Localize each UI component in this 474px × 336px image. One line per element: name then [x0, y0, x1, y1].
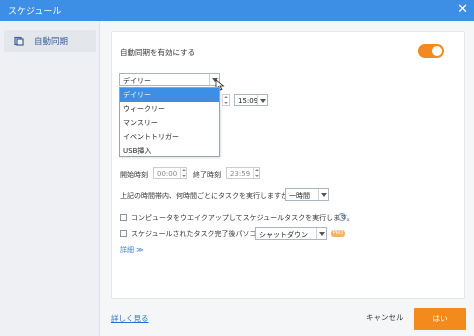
start-time-input[interactable]: 00:00	[153, 167, 187, 179]
interval-label: 上記の時間帯内、何時間ごとにタスクを実行しますか？	[120, 192, 295, 200]
chevron-down-icon	[316, 228, 326, 239]
time-spinner[interactable]	[222, 94, 230, 106]
end-time-value: 23:59	[230, 170, 251, 178]
dropdown-option-usb[interactable]: USB挿入	[120, 144, 219, 158]
interval-value: 一時間	[289, 192, 310, 200]
wake-label: コンピュータをウエイクアップしてスケジュールタスクを実行します。	[131, 214, 354, 222]
folder-icon	[14, 36, 24, 46]
title-bar: スケジュール ✕	[0, 0, 474, 21]
auto-sync-label: 自動同期を有効にする	[120, 48, 196, 57]
dropdown-option-event-trigger[interactable]: イベントトリガー	[120, 130, 219, 144]
dropdown-option-weekly[interactable]: ウィークリー	[120, 102, 219, 116]
chevron-down-icon	[318, 189, 328, 200]
shutdown-select[interactable]: シャットダウン	[255, 227, 327, 240]
shutdown-value: シャットダウン	[259, 231, 308, 239]
interval-select[interactable]: 一時間	[285, 188, 329, 201]
wake-checkbox[interactable]	[120, 214, 127, 221]
shutdown-label: スケジュールされたタスク完了後パソコン	[131, 230, 264, 238]
sidebar-item-label: 自動同期	[34, 37, 69, 47]
auto-sync-toggle[interactable]	[418, 44, 444, 58]
toggle-knob	[432, 46, 442, 56]
settings-panel	[111, 31, 465, 299]
time-select[interactable]: 15:09	[234, 94, 268, 106]
dropdown-option-monthly[interactable]: マンスリー	[120, 116, 219, 130]
details-toggle[interactable]: 詳細 ≫	[120, 245, 144, 255]
ok-button[interactable]: はい	[414, 308, 466, 330]
time-value: 15:09	[238, 97, 259, 105]
footer: 詳しく見る キャンセル はい	[0, 303, 474, 336]
sidebar: 自動同期	[0, 21, 100, 336]
start-time-label: 開始時刻	[120, 171, 148, 179]
window-title: スケジュール	[8, 7, 62, 17]
frequency-selected-value: デイリー	[123, 77, 151, 85]
shutdown-checkbox[interactable]	[120, 230, 127, 237]
end-time-input[interactable]: 23:59	[226, 167, 260, 179]
cancel-button[interactable]: キャンセル	[366, 312, 404, 323]
frequency-dropdown: デイリー ウィークリー マンスリー イベントトリガー USB挿入	[119, 87, 220, 157]
frequency-select[interactable]: デイリー	[119, 73, 220, 86]
start-time-value: 00:00	[157, 170, 178, 178]
pro-badge: PRO	[331, 230, 345, 237]
learn-more-link[interactable]: 詳しく見る	[111, 313, 149, 324]
end-time-label: 終了時刻	[193, 171, 221, 179]
sidebar-item-auto-sync[interactable]: 自動同期	[4, 30, 96, 52]
help-icon[interactable]: ?	[338, 213, 346, 221]
close-icon[interactable]: ✕	[457, 2, 468, 18]
chevron-down-icon	[257, 95, 267, 105]
dropdown-option-daily[interactable]: デイリー	[120, 88, 219, 102]
